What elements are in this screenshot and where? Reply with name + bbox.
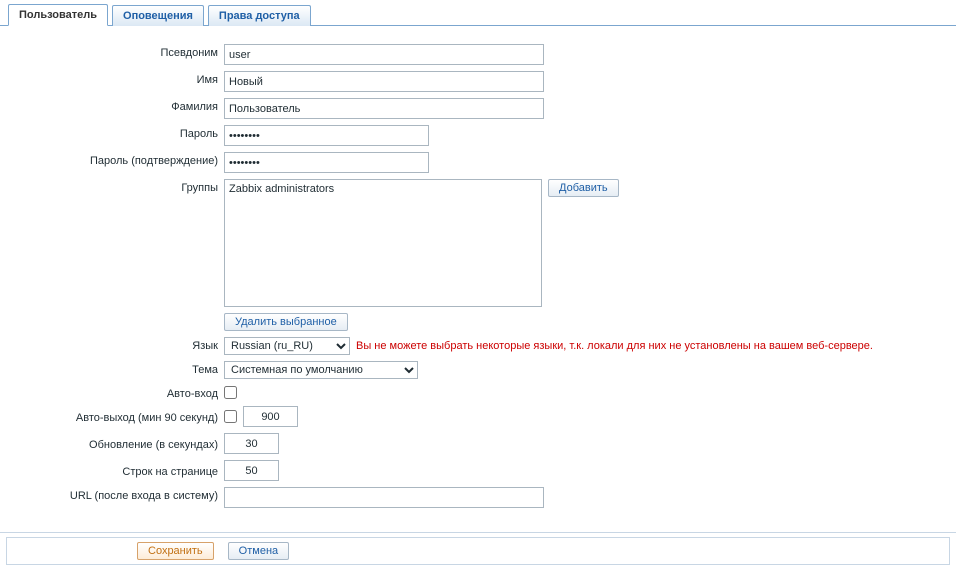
- password-confirm-input[interactable]: [224, 152, 429, 173]
- label-password: Пароль: [8, 125, 224, 140]
- surname-input[interactable]: [224, 98, 544, 119]
- tab-bar: Пользователь Оповещения Права доступа: [0, 2, 956, 26]
- delete-selected-button[interactable]: Удалить выбранное: [224, 313, 348, 331]
- label-theme: Тема: [8, 361, 224, 376]
- save-button[interactable]: Сохранить: [137, 542, 214, 560]
- cancel-button[interactable]: Отмена: [228, 542, 289, 560]
- language-select[interactable]: Russian (ru_RU): [224, 337, 350, 355]
- label-password-confirm: Пароль (подтверждение): [8, 152, 224, 167]
- groups-listbox[interactable]: Zabbix administrators: [224, 179, 542, 307]
- auto-logout-checkbox[interactable]: [224, 410, 237, 423]
- list-item[interactable]: Zabbix administrators: [229, 182, 537, 196]
- label-auto-logout: Авто-выход (мин 90 секунд): [8, 409, 224, 424]
- label-surname: Фамилия: [8, 98, 224, 113]
- refresh-input[interactable]: [224, 433, 279, 454]
- label-language: Язык: [8, 337, 224, 352]
- add-group-button[interactable]: Добавить: [548, 179, 619, 197]
- name-input[interactable]: [224, 71, 544, 92]
- label-url: URL (после входа в систему): [8, 487, 224, 502]
- user-config-page: Пользователь Оповещения Права доступа Пс…: [0, 2, 956, 544]
- tab-user[interactable]: Пользователь: [8, 4, 108, 26]
- action-bar: Сохранить Отмена: [0, 532, 956, 565]
- label-name: Имя: [8, 71, 224, 86]
- form-area: Псевдоним Имя Фамилия Пароль Пароль (под…: [0, 26, 956, 526]
- tab-permissions[interactable]: Права доступа: [208, 5, 311, 26]
- label-groups: Группы: [8, 179, 224, 194]
- theme-select[interactable]: Системная по умолчанию: [224, 361, 418, 379]
- label-refresh: Обновление (в секундах): [8, 436, 224, 451]
- url-after-login-input[interactable]: [224, 487, 544, 508]
- language-warning: Вы не можете выбрать некоторые языки, т.…: [356, 340, 873, 352]
- label-auto-login: Авто-вход: [8, 385, 224, 400]
- label-rows: Строк на странице: [8, 463, 224, 478]
- auto-login-checkbox[interactable]: [224, 386, 237, 399]
- password-input[interactable]: [224, 125, 429, 146]
- rows-per-page-input[interactable]: [224, 460, 279, 481]
- auto-logout-input[interactable]: [243, 406, 298, 427]
- alias-input[interactable]: [224, 44, 544, 65]
- label-alias: Псевдоним: [8, 44, 224, 59]
- tab-media[interactable]: Оповещения: [112, 5, 204, 26]
